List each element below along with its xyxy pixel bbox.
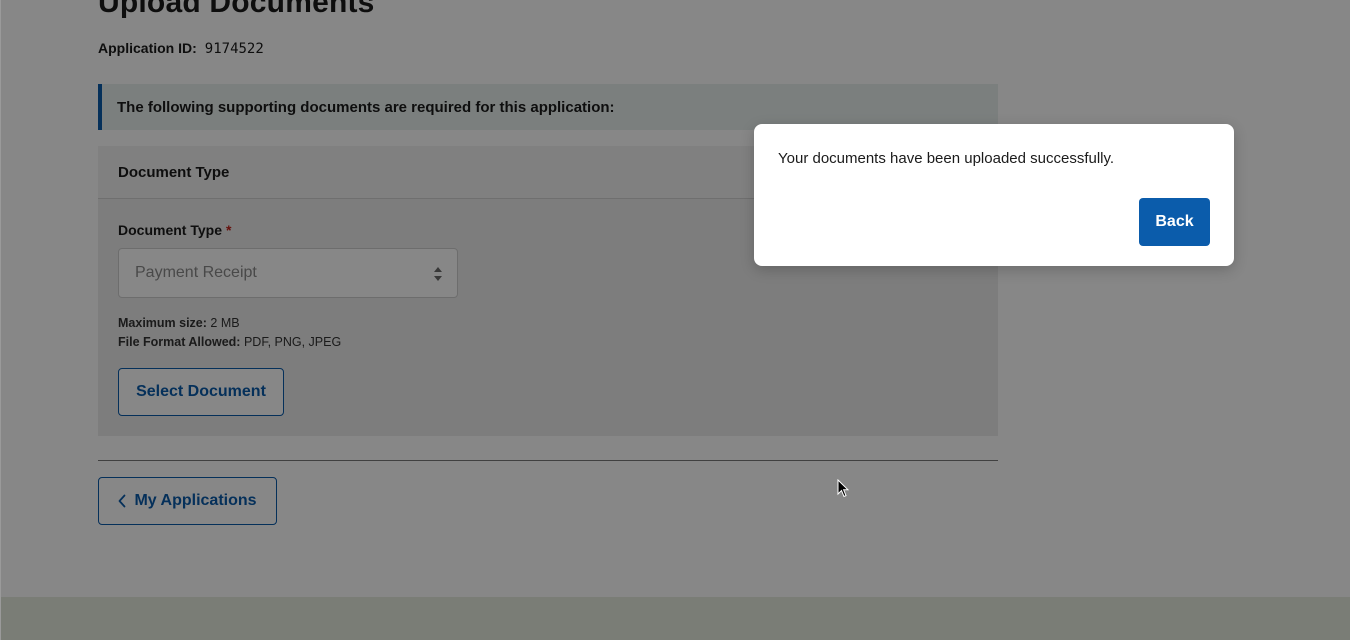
back-button[interactable]: Back xyxy=(1139,198,1210,246)
mouse-pointer-icon xyxy=(837,479,849,498)
success-dialog: Your documents have been uploaded succes… xyxy=(754,124,1234,266)
modal-overlay[interactable] xyxy=(1,0,1350,640)
page: Upload Documents Application ID: 9174522… xyxy=(0,0,1350,640)
success-message: Your documents have been uploaded succes… xyxy=(778,150,1115,167)
